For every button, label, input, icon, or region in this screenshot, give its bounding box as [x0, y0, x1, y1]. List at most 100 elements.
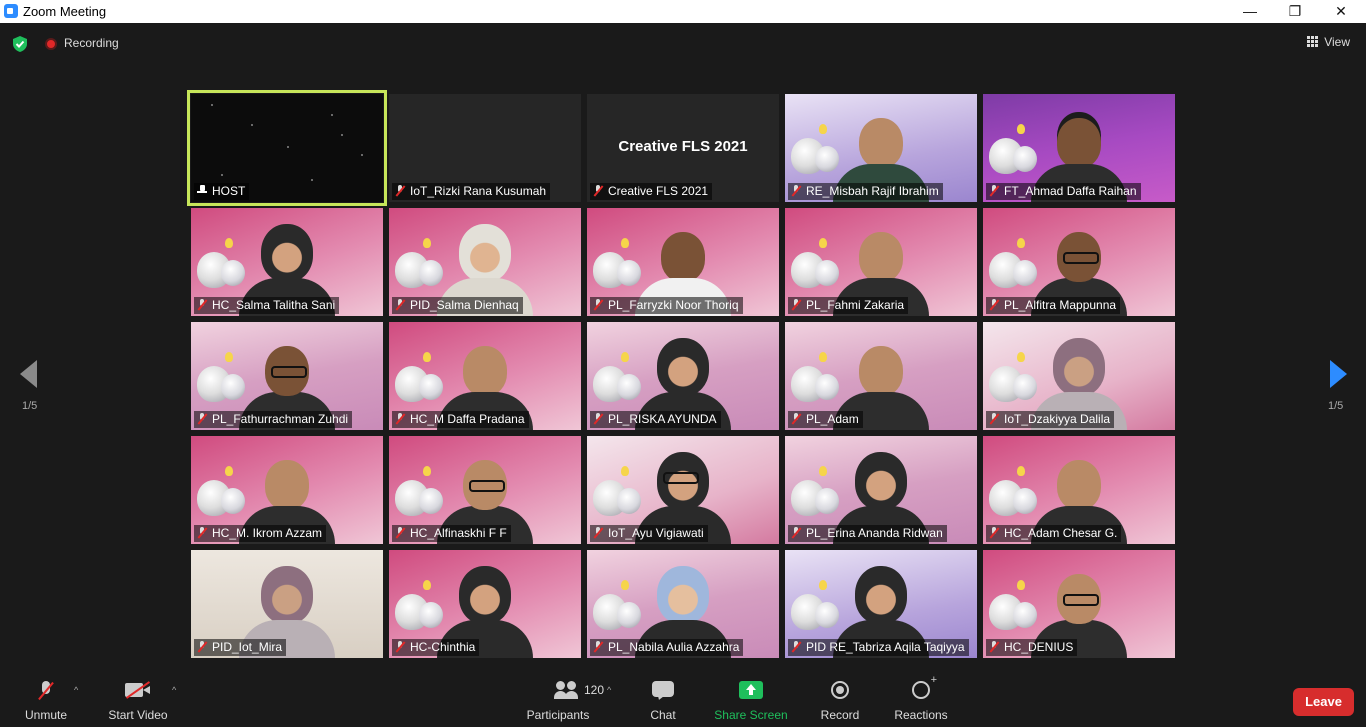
- participant-name: PL_Farryzki Noor Thoriq: [608, 298, 739, 312]
- microphone-muted-icon: [197, 299, 207, 311]
- participant-tile[interactable]: RE_Misbah Rajif Ibrahim: [785, 94, 977, 202]
- lightbulb-icon: [225, 466, 233, 476]
- record-button[interactable]: Record: [816, 673, 864, 727]
- participant-tile[interactable]: HC_Salma Talitha Sani: [191, 208, 383, 316]
- participant-name-label: PID RE_Tabriza Aqila Taqiyya: [788, 639, 969, 656]
- lightbulb-icon: [819, 124, 827, 134]
- gallery-view: HOST IoT_Rizki Rana Kusumah Creative FLS 2…: [187, 90, 1175, 658]
- share-screen-arrow-icon: [739, 681, 763, 699]
- participant-tile[interactable]: PL_Erina Ananda Ridwan: [785, 436, 977, 544]
- minimize-button[interactable]: —: [1227, 0, 1273, 23]
- recording-label[interactable]: Recording: [64, 36, 119, 50]
- recording-indicator-icon[interactable]: [45, 38, 57, 50]
- participants-button[interactable]: 120 Participants: [524, 673, 604, 727]
- microphone-muted-icon: [395, 185, 405, 197]
- participant-tile[interactable]: HC_Adam Chesar G.: [983, 436, 1175, 544]
- participant-name-label: PL_Adam: [788, 411, 863, 428]
- view-button[interactable]: View: [1307, 35, 1350, 49]
- participant-tile[interactable]: PL_Nabila Aulia Azzahra: [587, 550, 779, 658]
- participant-tile[interactable]: IoT_Rizki Rana Kusumah: [389, 94, 581, 202]
- participant-name-label: PL_Erina Ananda Ridwan: [788, 525, 947, 542]
- participant-name: PL_Alfitra Mappunna: [1004, 298, 1117, 312]
- lightbulb-icon: [819, 466, 827, 476]
- participant-tile[interactable]: IoT_Dzakiyya Dalila: [983, 322, 1175, 430]
- participant-tile[interactable]: PID_Iot_Mira: [191, 550, 383, 658]
- microphone-muted-icon: [593, 641, 603, 653]
- participant-name-label: RE_Misbah Rajif Ibrahim: [788, 183, 943, 200]
- participant-name-label: FT_Ahmad Daffa Raihan: [986, 183, 1141, 200]
- participant-name-label: IoT_Rizki Rana Kusumah: [392, 183, 551, 200]
- record-icon: [831, 681, 849, 699]
- participants-options-caret-icon[interactable]: ^: [607, 685, 611, 695]
- participant-name: IoT_Ayu Vigiawati: [608, 526, 704, 540]
- participant-tile[interactable]: PL_Fathurrachman Zuhdi: [191, 322, 383, 430]
- participant-tile[interactable]: HC_DENIUS: [983, 550, 1175, 658]
- participant-tile[interactable]: PL_Farryzki Noor Thoriq: [587, 208, 779, 316]
- participant-tile[interactable]: IoT_Ayu Vigiawati: [587, 436, 779, 544]
- star-dot: [311, 179, 313, 181]
- lightbulb-icon: [621, 580, 629, 590]
- star-dot: [211, 104, 213, 106]
- participant-tile[interactable]: FT_Ahmad Daffa Raihan: [983, 94, 1175, 202]
- participant-name-label: PL_RISKA AYUNDA: [590, 411, 721, 428]
- participants-label: Participants: [526, 708, 590, 722]
- participant-name-label: HC_M Daffa Pradana: [392, 411, 529, 428]
- unmute-button[interactable]: Unmute: [18, 673, 74, 727]
- star-dot: [331, 114, 333, 116]
- close-button[interactable]: ✕: [1318, 0, 1364, 23]
- participant-tile[interactable]: HC-Chinthia: [389, 550, 581, 658]
- participant-name: IoT_Dzakiyya Dalila: [1004, 412, 1111, 426]
- microphone-muted-icon: [593, 413, 603, 425]
- lightbulb-icon: [1017, 580, 1025, 590]
- microphone-muted-icon: [593, 527, 603, 539]
- participant-name: PL_Fathurrachman Zuhdi: [212, 412, 349, 426]
- video-options-caret-icon[interactable]: ^: [172, 685, 176, 695]
- restore-button[interactable]: ❐: [1272, 0, 1318, 23]
- meeting-toolbar: Unmute ^ Start Video ^ 120 Participants …: [0, 673, 1366, 727]
- participant-tile[interactable]: HC_M. Ikrom Azzam: [191, 436, 383, 544]
- start-video-button[interactable]: Start Video: [104, 673, 172, 727]
- participant-name-label: PL_Farryzki Noor Thoriq: [590, 297, 743, 314]
- star-dot: [341, 134, 343, 136]
- participant-tile[interactable]: PID_Salma Dienhaq: [389, 208, 581, 316]
- lightbulb-icon: [1017, 466, 1025, 476]
- participant-tile[interactable]: PL_Fahmi Zakaria: [785, 208, 977, 316]
- microphone-muted-icon: [197, 413, 207, 425]
- participant-tile[interactable]: PL_Alfitra Mappunna: [983, 208, 1175, 316]
- participant-tile[interactable]: HOST: [187, 90, 387, 206]
- participant-name-label: PID_Salma Dienhaq: [392, 297, 523, 314]
- window-title: Zoom Meeting: [23, 4, 107, 19]
- reactions-button[interactable]: Reactions: [891, 673, 951, 727]
- participant-tile[interactable]: Creative FLS 2021 Creative FLS 2021: [587, 94, 779, 202]
- star-dot: [287, 146, 289, 148]
- microphone-muted-icon: [593, 299, 603, 311]
- security-shield-icon[interactable]: [11, 35, 29, 53]
- microphone-muted-icon: [791, 641, 801, 653]
- participant-tile[interactable]: PL_Adam: [785, 322, 977, 430]
- participants-count: 120: [584, 683, 605, 697]
- microphone-muted-icon: [395, 527, 405, 539]
- participant-tile[interactable]: PL_RISKA AYUNDA: [587, 322, 779, 430]
- next-page-arrow-icon[interactable]: [1330, 360, 1347, 388]
- participant-name: HC_Adam Chesar G.: [1004, 526, 1118, 540]
- microphone-muted-icon: [791, 185, 801, 197]
- participant-tile[interactable]: HC_Alfinaskhi F F: [389, 436, 581, 544]
- lightbulb-icon: [225, 352, 233, 362]
- participant-name: HC_Salma Talitha Sani: [212, 298, 336, 312]
- share-screen-label: Share Screen: [714, 708, 788, 722]
- audio-options-caret-icon[interactable]: ^: [74, 685, 78, 695]
- star-dot: [361, 154, 363, 156]
- participant-tile[interactable]: HC_M Daffa Pradana: [389, 322, 581, 430]
- microphone-muted-icon: [197, 527, 207, 539]
- participant-name-label: PL_Fahmi Zakaria: [788, 297, 909, 314]
- leave-meeting-button[interactable]: Leave: [1293, 688, 1354, 716]
- participant-name: IoT_Rizki Rana Kusumah: [410, 184, 547, 198]
- participant-name-label: PL_Alfitra Mappunna: [986, 297, 1121, 314]
- participant-name: Creative FLS 2021: [608, 184, 709, 198]
- star-dot: [221, 174, 223, 176]
- previous-page-arrow-icon[interactable]: [20, 360, 37, 388]
- share-screen-button[interactable]: Share Screen: [712, 673, 790, 727]
- chat-button[interactable]: Chat: [641, 673, 685, 727]
- lightbulb-icon: [225, 238, 233, 248]
- participant-tile[interactable]: PID RE_Tabriza Aqila Taqiyya: [785, 550, 977, 658]
